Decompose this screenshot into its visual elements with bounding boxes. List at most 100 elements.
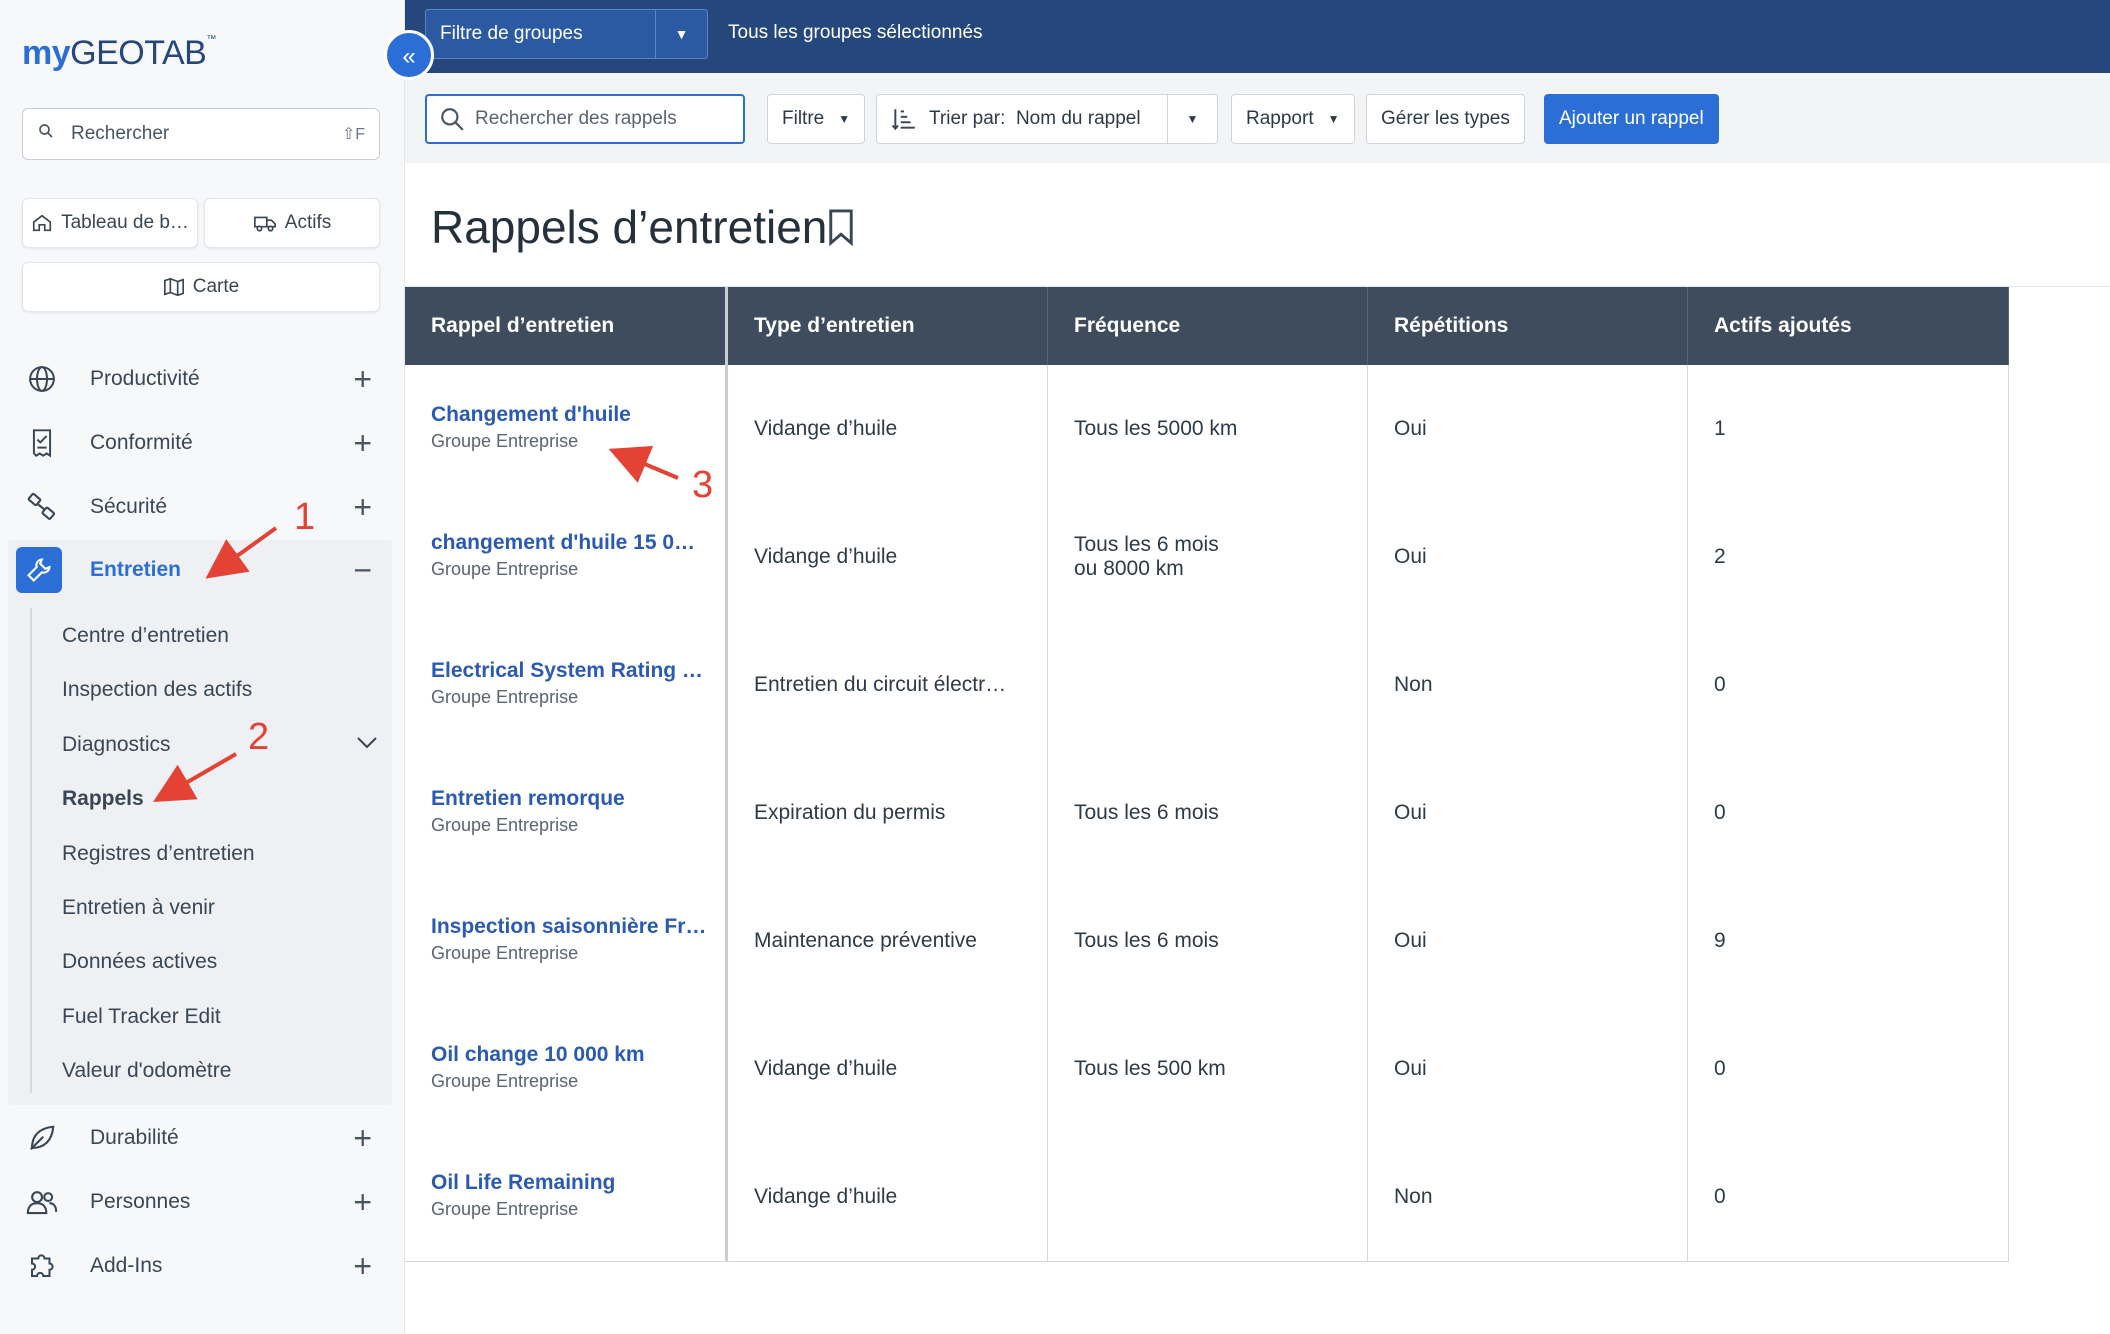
add-reminder-button[interactable]: Ajouter un rappel [1544,94,1719,144]
bookmark-icon[interactable] [826,208,856,251]
frequency-cell: Tous les 5000 km [1048,365,1368,493]
sort-by-dropdown[interactable]: Trier par: Nom du rappel ▼ [876,94,1218,144]
table-row[interactable]: Electrical System Rating … Groupe Entrepr… [405,621,2009,749]
repeat-cell: Oui [1368,365,1688,493]
mygeotab-logo[interactable]: myGEOTAB™ [22,34,216,73]
nav-productivity[interactable]: Productivité + [8,349,392,409]
sidebar-search-input[interactable]: Rechercher ⇧F [22,108,380,160]
home-icon [33,214,52,232]
dashboard-button[interactable]: Tableau de b… [22,198,198,248]
repeat-cell: Oui [1368,749,1688,877]
reminder-name-link[interactable]: Oil change 10 000 km [431,1043,711,1067]
group-filter-dropdown[interactable]: Filtre de groupes ▼ [425,9,708,59]
filter-button[interactable]: Filtre ▼ [767,94,866,144]
reminder-name-link[interactable]: Entretien remorque [431,787,711,811]
map-icon [163,277,184,297]
type-cell: Vidange d’huile [728,365,1048,493]
column-header-assets[interactable]: Actifs ajoutés [1688,287,2009,365]
reminder-name-link[interactable]: Changement d'huile [431,403,711,427]
type-cell: Vidange d’huile [728,493,1048,621]
collapse-minus-icon[interactable]: − [353,552,372,589]
table-row[interactable]: Entretien remorque Groupe Entreprise Expi… [405,749,2009,877]
expand-plus-icon[interactable]: + [353,425,372,462]
nav-sustainability[interactable]: Durabilité + [8,1108,392,1168]
table-row[interactable]: Oil change 10 000 km Groupe Entreprise Vi… [405,1005,2009,1133]
column-header-reminder[interactable]: Rappel d’entretien [405,287,728,365]
frequency-cell: Tous les 6 mois ou 8000 km [1048,493,1368,621]
submenu-item-donnees-actives[interactable]: Données actives [62,950,217,974]
table-row[interactable]: Changement d'huile Groupe Entreprise Vida… [405,365,2009,493]
column-header-frequency[interactable]: Fréquence [1048,287,1368,365]
map-button[interactable]: Carte [22,262,380,312]
column-header-repeat[interactable]: Répétitions [1368,287,1688,365]
reminder-name-link[interactable]: Inspection saisonnière Fr… [431,915,711,939]
submenu-item-diagnostics[interactable]: Diagnostics [62,733,171,757]
filter-button-label: Filtre [782,108,825,129]
annotation-label-1: 1 [294,496,316,538]
manage-types-button[interactable]: Gérer les types [1366,94,1525,144]
nav-people[interactable]: Personnes + [8,1172,392,1232]
reminder-cell: Entretien remorque Groupe Entreprise [405,749,728,877]
nav-compliance-label: Conformité [90,431,193,454]
report-button[interactable]: Rapport ▼ [1231,94,1355,144]
assets-button[interactable]: Actifs [204,198,380,248]
assets-cell: 0 [1688,749,2009,877]
assets-cell: 2 [1688,493,2009,621]
submenu-item-odometre[interactable]: Valeur d'odomètre [62,1059,231,1083]
reminders-search-input[interactable]: Rechercher des rappels [425,94,745,144]
frequency-line-2: ou 8000 km [1074,557,1184,580]
toolbar: Rechercher des rappels Filtre ▼ Trier par… [405,73,2110,163]
table-bottom-border [405,1261,2009,1262]
submenu-item-registres[interactable]: Registres d’entretien [62,842,255,866]
repeat-cell: Non [1368,621,1688,749]
expand-plus-icon[interactable]: + [353,489,372,526]
frequency-line-1: Tous les 6 mois [1074,801,1219,824]
reminder-name-link[interactable]: Oil Life Remaining [431,1171,711,1195]
caret-down-icon[interactable]: ▼ [655,10,707,58]
column-header-type[interactable]: Type d’entretien [728,287,1048,365]
nav-productivity-label: Productivité [90,367,200,390]
clipboard-icon [14,420,70,466]
assets-cell: 0 [1688,621,2009,749]
submenu-item-centre-entretien[interactable]: Centre d’entretien [62,624,229,648]
assets-button-label: Actifs [284,212,332,233]
reminder-group: Groupe Entreprise [431,1199,579,1219]
collapse-sidebar-button[interactable]: « [384,30,434,80]
nav-compliance[interactable]: Conformité + [8,413,392,473]
chevron-down-icon[interactable] [356,736,378,755]
repeat-cell: Oui [1368,1005,1688,1133]
sort-prefix: Trier par: [929,108,1006,129]
reminder-name-link[interactable]: Electrical System Rating … [431,659,711,683]
expand-plus-icon[interactable]: + [353,1120,372,1157]
submenu-item-fuel-tracker[interactable]: Fuel Tracker Edit [62,1005,221,1029]
logo-tm: ™ [206,34,216,45]
annotation-label-3: 3 [692,464,714,506]
puzzle-icon [14,1243,70,1289]
assets-cell: 9 [1688,877,2009,1005]
leaf-icon [14,1115,70,1161]
selected-groups-text: Tous les groupes sélectionnés [728,22,983,43]
nav-safety[interactable]: Sécurité + [8,477,392,537]
seatbelt-icon [14,484,70,530]
reminder-name-link[interactable]: changement d'huile 15 0… [431,531,711,555]
submenu-item-entretien-a-venir[interactable]: Entretien à venir [62,896,215,920]
frequency-line-1: Tous les 6 mois [1074,929,1219,952]
table-row[interactable]: changement d'huile 15 0… Groupe Entrepris… [405,493,2009,621]
submenu-item-inspection-actifs[interactable]: Inspection des actifs [62,678,252,702]
nav-addins[interactable]: Add-Ins + [8,1236,392,1296]
table-row[interactable]: Oil Life Remaining Groupe Entreprise Vida… [405,1133,2009,1261]
nav-people-label: Personnes [90,1190,191,1213]
reminder-cell: Oil change 10 000 km Groupe Entreprise [405,1005,728,1133]
expand-plus-icon[interactable]: + [353,1248,372,1285]
search-icon [441,108,464,131]
caret-down-icon[interactable]: ▼ [1167,95,1217,143]
reminders-search-placeholder: Rechercher des rappels [475,108,677,129]
sort-by-button[interactable]: Trier par: Nom du rappel [877,106,1167,132]
table-row[interactable]: Inspection saisonnière Fr… Groupe Entrepr… [405,877,2009,1005]
nav-maintenance[interactable]: Entretien − [8,540,392,600]
expand-plus-icon[interactable]: + [353,361,372,398]
reminder-group: Groupe Entreprise [431,815,579,835]
submenu-item-rappels[interactable]: Rappels [62,787,144,811]
reminder-cell: Changement d'huile Groupe Entreprise [405,365,728,493]
expand-plus-icon[interactable]: + [353,1184,372,1221]
